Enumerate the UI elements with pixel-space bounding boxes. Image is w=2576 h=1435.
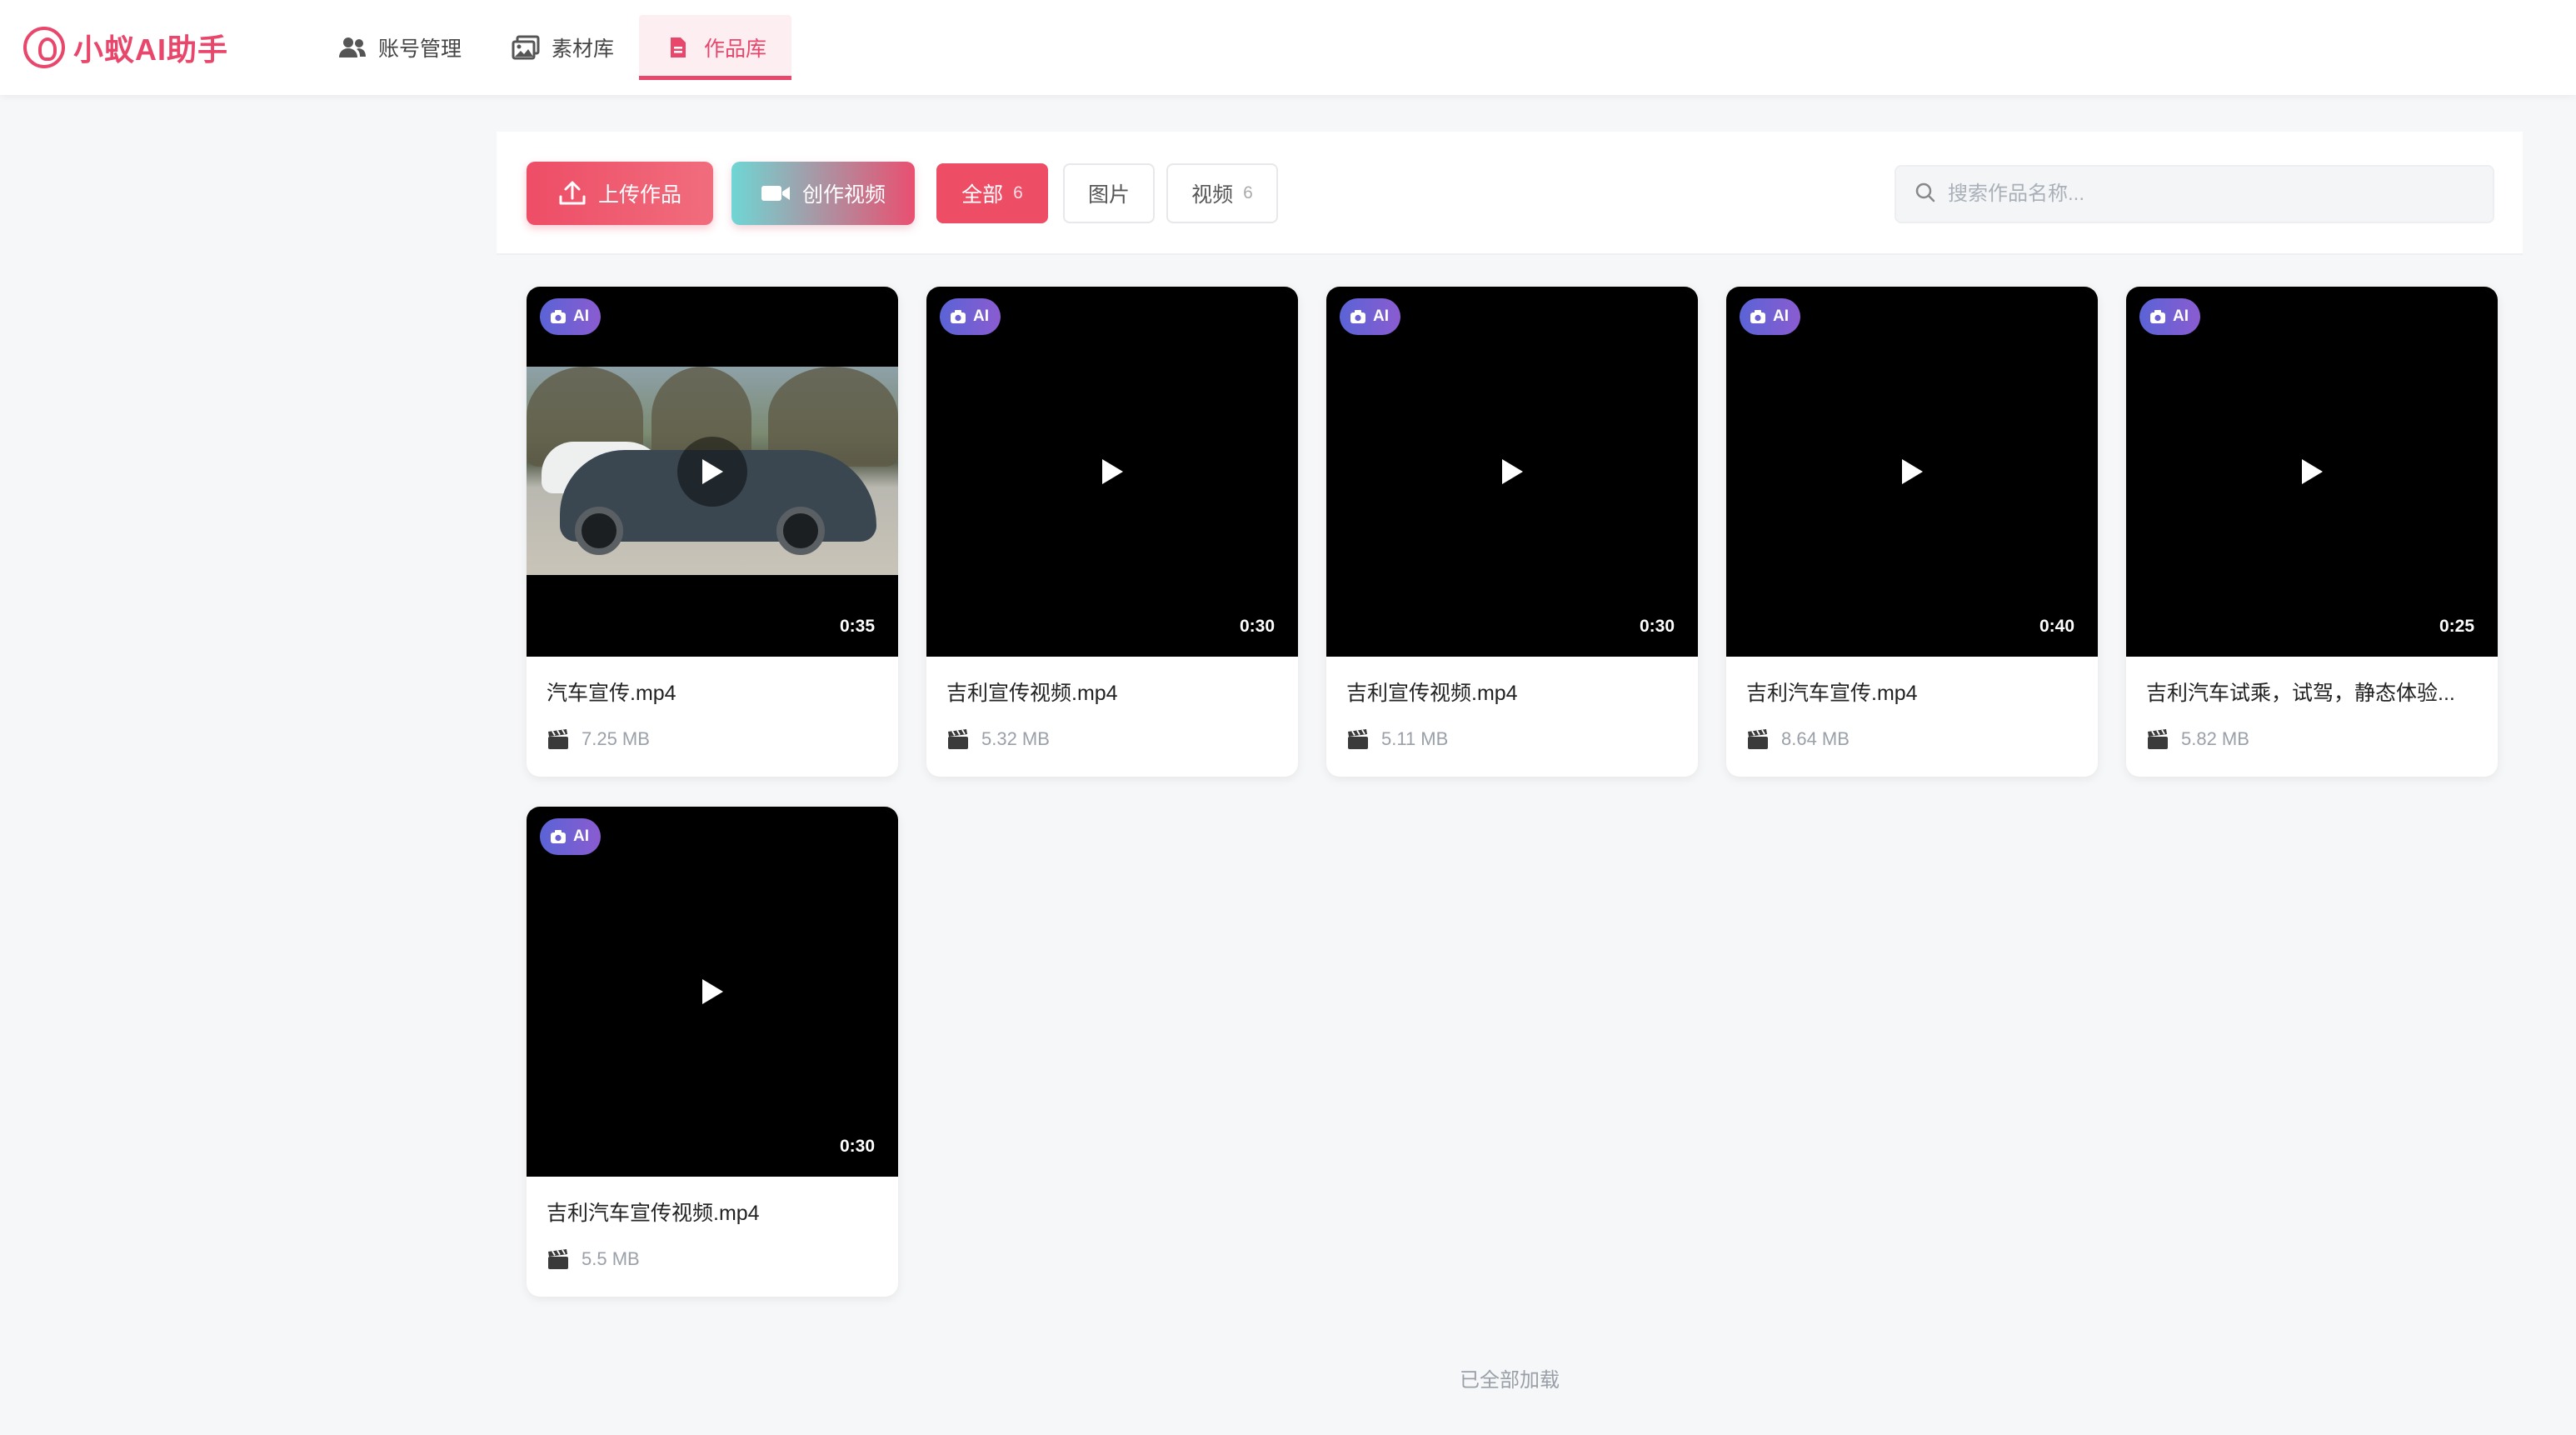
nav-item-label: 素材库 bbox=[552, 38, 615, 61]
work-card[interactable]: AI 0:30 吉利宣传视频.mp4 5.32 MB bbox=[926, 287, 1298, 777]
camera-icon bbox=[550, 829, 567, 844]
work-title: 吉利汽车宣传视频.mp4 bbox=[547, 1202, 760, 1225]
nav-item-works[interactable]: 作品库 bbox=[639, 0, 792, 95]
video-thumbnail[interactable]: AI 0:30 bbox=[926, 287, 1298, 657]
video-duration: 0:30 bbox=[1239, 617, 1275, 636]
filter-label: 全部 bbox=[961, 183, 1004, 207]
video-duration: 0:30 bbox=[1639, 617, 1675, 636]
work-card[interactable]: AI 0:35 汽车宣传.mp4 7.25 MB bbox=[527, 287, 898, 777]
file-size: 5.5 MB bbox=[582, 1248, 640, 1269]
create-video-label: 创作视频 bbox=[801, 183, 886, 207]
file-size: 8.64 MB bbox=[1781, 728, 1850, 749]
create-video-button[interactable]: 创作视频 bbox=[731, 162, 915, 225]
main-nav: 账号管理 素材库 作品库 bbox=[313, 0, 792, 95]
clapperboard-icon bbox=[1346, 728, 1370, 750]
all-loaded-text: 已全部加载 bbox=[1460, 1369, 1560, 1392]
clapperboard-icon bbox=[547, 728, 570, 750]
file-size: 5.32 MB bbox=[981, 728, 1050, 749]
video-thumbnail[interactable]: AI 0:35 bbox=[527, 287, 898, 657]
work-title: 吉利宣传视频.mp4 bbox=[946, 682, 1118, 705]
ai-badge: AI bbox=[540, 298, 601, 335]
work-card[interactable]: AI 0:25 吉利汽车试乘，试驾，静态体验... 5.82 MB bbox=[2126, 287, 2498, 777]
nav-item-label: 作品库 bbox=[704, 38, 767, 61]
video-duration: 0:35 bbox=[839, 617, 875, 636]
ai-badge: AI bbox=[1340, 298, 1400, 335]
camera-icon bbox=[550, 309, 567, 324]
play-icon[interactable] bbox=[1087, 447, 1137, 497]
filter-label: 图片 bbox=[1087, 183, 1130, 207]
app-name: 小蚁AI助手 bbox=[73, 32, 229, 67]
work-card[interactable]: AI 0:30 吉利汽车宣传视频.mp4 5.5 MB bbox=[527, 807, 898, 1297]
video-duration: 0:30 bbox=[839, 1137, 875, 1156]
file-size: 7.25 MB bbox=[582, 728, 650, 749]
ai-badge: AI bbox=[540, 818, 601, 855]
video-thumbnail[interactable]: AI 0:25 bbox=[2126, 287, 2498, 657]
images-icon bbox=[512, 35, 540, 60]
video-camera-icon bbox=[761, 183, 791, 203]
video-thumbnail[interactable]: AI 0:40 bbox=[1726, 287, 2098, 657]
ai-badge: AI bbox=[940, 298, 1001, 335]
work-title: 吉利汽车宣传.mp4 bbox=[1746, 682, 1918, 705]
video-duration: 0:25 bbox=[2439, 617, 2474, 636]
work-card[interactable]: AI 0:40 吉利汽车宣传.mp4 8.64 MB bbox=[1726, 287, 2098, 777]
clapperboard-icon bbox=[946, 728, 970, 750]
clapperboard-icon bbox=[1746, 728, 1770, 750]
camera-icon bbox=[950, 309, 966, 324]
upload-work-label: 上传作品 bbox=[597, 183, 681, 207]
work-card[interactable]: AI 0:30 吉利宣传视频.mp4 5.11 MB bbox=[1326, 287, 1698, 777]
filter-videos[interactable]: 视频 6 bbox=[1166, 163, 1278, 223]
upload-work-button[interactable]: 上传作品 bbox=[527, 162, 713, 225]
filter-images[interactable]: 图片 bbox=[1063, 163, 1155, 223]
search-icon bbox=[1915, 182, 1936, 208]
filter-all[interactable]: 全部 6 bbox=[936, 163, 1048, 223]
app-logo[interactable]: 小蚁AI助手 bbox=[23, 26, 313, 69]
ai-badge-label: AI bbox=[1773, 308, 1789, 325]
video-thumbnail[interactable]: AI 0:30 bbox=[527, 807, 898, 1177]
work-title: 汽车宣传.mp4 bbox=[547, 682, 676, 705]
upload-icon bbox=[558, 180, 587, 207]
clapperboard-icon bbox=[2146, 728, 2169, 750]
ai-badge-label: AI bbox=[1373, 308, 1389, 325]
play-icon[interactable] bbox=[1887, 447, 1937, 497]
play-icon[interactable] bbox=[687, 967, 737, 1017]
ai-badge-label: AI bbox=[573, 828, 589, 845]
nav-item-label: 账号管理 bbox=[378, 38, 462, 61]
users-icon bbox=[338, 35, 367, 60]
ai-badge: AI bbox=[2139, 298, 2200, 335]
file-icon bbox=[664, 35, 692, 60]
work-title: 吉利宣传视频.mp4 bbox=[1346, 682, 1518, 705]
camera-icon bbox=[2149, 309, 2166, 324]
video-thumbnail[interactable]: AI 0:30 bbox=[1326, 287, 1698, 657]
search-input[interactable] bbox=[1948, 182, 2481, 206]
camera-icon bbox=[1750, 309, 1766, 324]
work-title: 吉利汽车试乘，试驾，静态体验... bbox=[2146, 682, 2455, 705]
camera-icon bbox=[1350, 309, 1366, 324]
ant-logo-icon bbox=[23, 27, 65, 68]
search-box[interactable] bbox=[1895, 165, 2494, 223]
filter-label: 视频 bbox=[1191, 183, 1234, 207]
works-panel: 上传作品 创作视频 全部 6 图片 视频 6 搜索作品名称... AI 0:35… bbox=[497, 132, 2523, 1435]
video-duration: 0:40 bbox=[2039, 617, 2074, 636]
clapperboard-icon bbox=[547, 1248, 570, 1270]
ai-badge: AI bbox=[1740, 298, 1800, 335]
ai-badge-label: AI bbox=[573, 308, 589, 325]
nav-item-materials[interactable]: 素材库 bbox=[487, 0, 639, 95]
ai-badge-label: AI bbox=[2173, 308, 2189, 325]
works-toolbar: 上传作品 创作视频 全部 6 图片 视频 6 bbox=[497, 132, 2523, 255]
filter-count: 6 bbox=[1013, 183, 1023, 202]
play-icon[interactable] bbox=[2287, 447, 2337, 497]
top-navigation-bar: 小蚁AI助手 账号管理 素材库 作品库 bbox=[0, 0, 2576, 95]
file-size: 5.11 MB bbox=[1381, 728, 1449, 749]
play-icon[interactable] bbox=[1487, 447, 1537, 497]
file-size: 5.82 MB bbox=[2181, 728, 2249, 749]
filter-count: 6 bbox=[1243, 183, 1253, 202]
nav-item-accounts[interactable]: 账号管理 bbox=[313, 0, 487, 95]
play-icon[interactable] bbox=[677, 437, 747, 507]
ai-badge-label: AI bbox=[973, 308, 989, 325]
